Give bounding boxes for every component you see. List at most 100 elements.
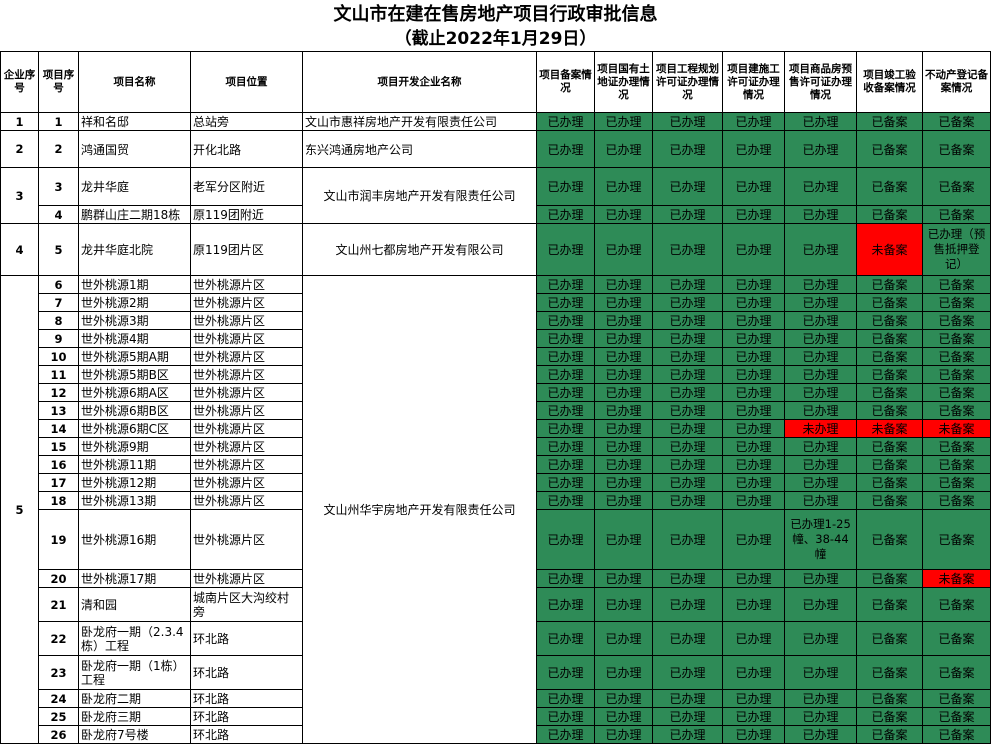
project-no-cell: 25 <box>38 707 79 726</box>
project-name-cell: 卧龙府三期 <box>78 707 191 726</box>
company-no-cell: 2 <box>0 130 39 168</box>
status-cell: 已办理 <box>722 473 785 492</box>
status-cell: 已办理 <box>652 347 723 366</box>
project-name-cell: 世外桃源16期 <box>78 509 191 570</box>
project-no-cell: 10 <box>38 347 79 366</box>
status-cell: 已办理 <box>784 311 857 330</box>
col-project-no: 项目序号 <box>38 51 79 113</box>
location-cell: 世外桃源片区 <box>190 311 303 330</box>
status-cell: 未备案 <box>856 223 923 276</box>
status-cell: 已办理 <box>594 167 653 206</box>
location-cell: 原119团附近 <box>190 205 303 224</box>
project-name-cell: 龙井华庭 <box>78 167 191 206</box>
approval-table: 企业序号 项目序号 项目名称 项目位置 项目开发企业名称 项目备案情况 项目国有… <box>0 51 991 744</box>
location-cell: 世外桃源片区 <box>190 455 303 474</box>
status-cell: 已办理 <box>722 130 785 168</box>
status-cell: 已备案 <box>856 473 923 492</box>
status-cell: 已备案 <box>856 293 923 312</box>
status-cell: 已办理 <box>536 383 595 402</box>
status-cell: 已备案 <box>922 167 991 206</box>
status-cell: 已办理 <box>784 365 857 384</box>
status-cell: 已备案 <box>856 621 923 656</box>
status-cell: 已备案 <box>922 311 991 330</box>
project-no-cell: 21 <box>38 587 79 622</box>
status-cell: 已办理 <box>652 383 723 402</box>
status-cell: 已办理 <box>594 383 653 402</box>
project-no-cell: 14 <box>38 419 79 438</box>
project-no-cell: 20 <box>38 569 79 588</box>
location-cell: 世外桃源片区 <box>190 329 303 348</box>
status-cell: 已办理 <box>722 401 785 420</box>
location-cell: 世外桃源片区 <box>190 569 303 588</box>
status-cell: 已办理 <box>784 455 857 474</box>
status-cell: 已办理 <box>722 655 785 690</box>
status-cell: 已办理 <box>594 707 653 726</box>
project-name-cell: 龙井华庭北院 <box>78 223 191 276</box>
status-cell: 已办理 <box>722 293 785 312</box>
location-cell: 世外桃源片区 <box>190 275 303 294</box>
status-cell: 已办理 <box>652 689 723 708</box>
status-cell: 已备案 <box>856 167 923 206</box>
status-cell: 已办理 <box>652 419 723 438</box>
project-name-cell: 清和园 <box>78 587 191 622</box>
title-block: 文山市在建在售房地产项目行政审批信息 （截止2022年1月29日） <box>0 0 991 51</box>
location-cell: 世外桃源片区 <box>190 293 303 312</box>
status-cell: 已办理 <box>652 365 723 384</box>
company-no-cell: 1 <box>0 112 39 131</box>
status-cell: 已办理 <box>536 293 595 312</box>
location-cell: 世外桃源片区 <box>190 473 303 492</box>
status-cell: 已备案 <box>922 491 991 510</box>
status-cell: 已办理 <box>594 689 653 708</box>
developer-cell: 文山州七都房地产开发有限公司 <box>302 223 537 276</box>
status-cell: 已办理 <box>536 275 595 294</box>
status-cell: 已办理 <box>652 455 723 474</box>
status-cell: 已备案 <box>856 383 923 402</box>
status-cell: 已办理 <box>594 401 653 420</box>
status-cell: 已备案 <box>922 707 991 726</box>
status-cell: 已备案 <box>856 275 923 294</box>
status-cell: 已备案 <box>922 205 991 224</box>
project-name-cell: 世外桃源6期B区 <box>78 401 191 420</box>
status-cell: 已办理 <box>722 112 785 131</box>
status-cell: 已办理 <box>536 365 595 384</box>
status-cell: 已办理 <box>536 167 595 206</box>
status-cell: 已办理 <box>536 509 595 570</box>
status-cell: 已备案 <box>856 725 923 744</box>
project-name-cell: 世外桃源12期 <box>78 473 191 492</box>
status-cell: 已办理 <box>652 329 723 348</box>
project-name-cell: 卧龙府一期（1栋）工程 <box>78 655 191 690</box>
status-cell: 已办理 <box>784 569 857 588</box>
status-cell: 已办理 <box>652 655 723 690</box>
status-cell: 已办理 <box>536 587 595 622</box>
location-cell: 环北路 <box>190 655 303 690</box>
page-title: 文山市在建在售房地产项目行政审批信息 <box>333 4 658 25</box>
project-name-cell: 鸿通国贸 <box>78 130 191 168</box>
status-cell: 已办理 <box>784 130 857 168</box>
company-no-cell: 5 <box>0 275 39 744</box>
project-no-cell: 5 <box>38 223 79 276</box>
status-cell: 已办理 <box>536 329 595 348</box>
status-cell: 已办理 <box>722 311 785 330</box>
status-cell: 已办理 <box>652 569 723 588</box>
status-cell: 已办理 <box>652 707 723 726</box>
status-cell: 已办理 <box>594 725 653 744</box>
status-cell: 已备案 <box>922 621 991 656</box>
location-cell: 世外桃源片区 <box>190 419 303 438</box>
status-cell: 已备案 <box>856 401 923 420</box>
status-cell: 已办理 <box>594 293 653 312</box>
project-name-cell: 世外桃源6期C区 <box>78 419 191 438</box>
location-cell: 总站旁 <box>190 112 303 131</box>
project-no-cell: 24 <box>38 689 79 708</box>
status-cell: 已备案 <box>856 569 923 588</box>
status-cell: 已办理 <box>784 491 857 510</box>
project-name-cell: 世外桃源4期 <box>78 329 191 348</box>
status-cell: 已办理 <box>722 621 785 656</box>
status-cell: 已办理 <box>652 473 723 492</box>
status-cell: 已办理 <box>594 275 653 294</box>
status-cell: 已备案 <box>922 130 991 168</box>
status-cell: 未办理 <box>784 419 857 438</box>
status-cell: 已办理 <box>536 725 595 744</box>
status-cell: 已办理 <box>652 275 723 294</box>
col-land: 项目国有土地证办理情况 <box>594 51 653 113</box>
status-cell: 已办理 <box>536 347 595 366</box>
